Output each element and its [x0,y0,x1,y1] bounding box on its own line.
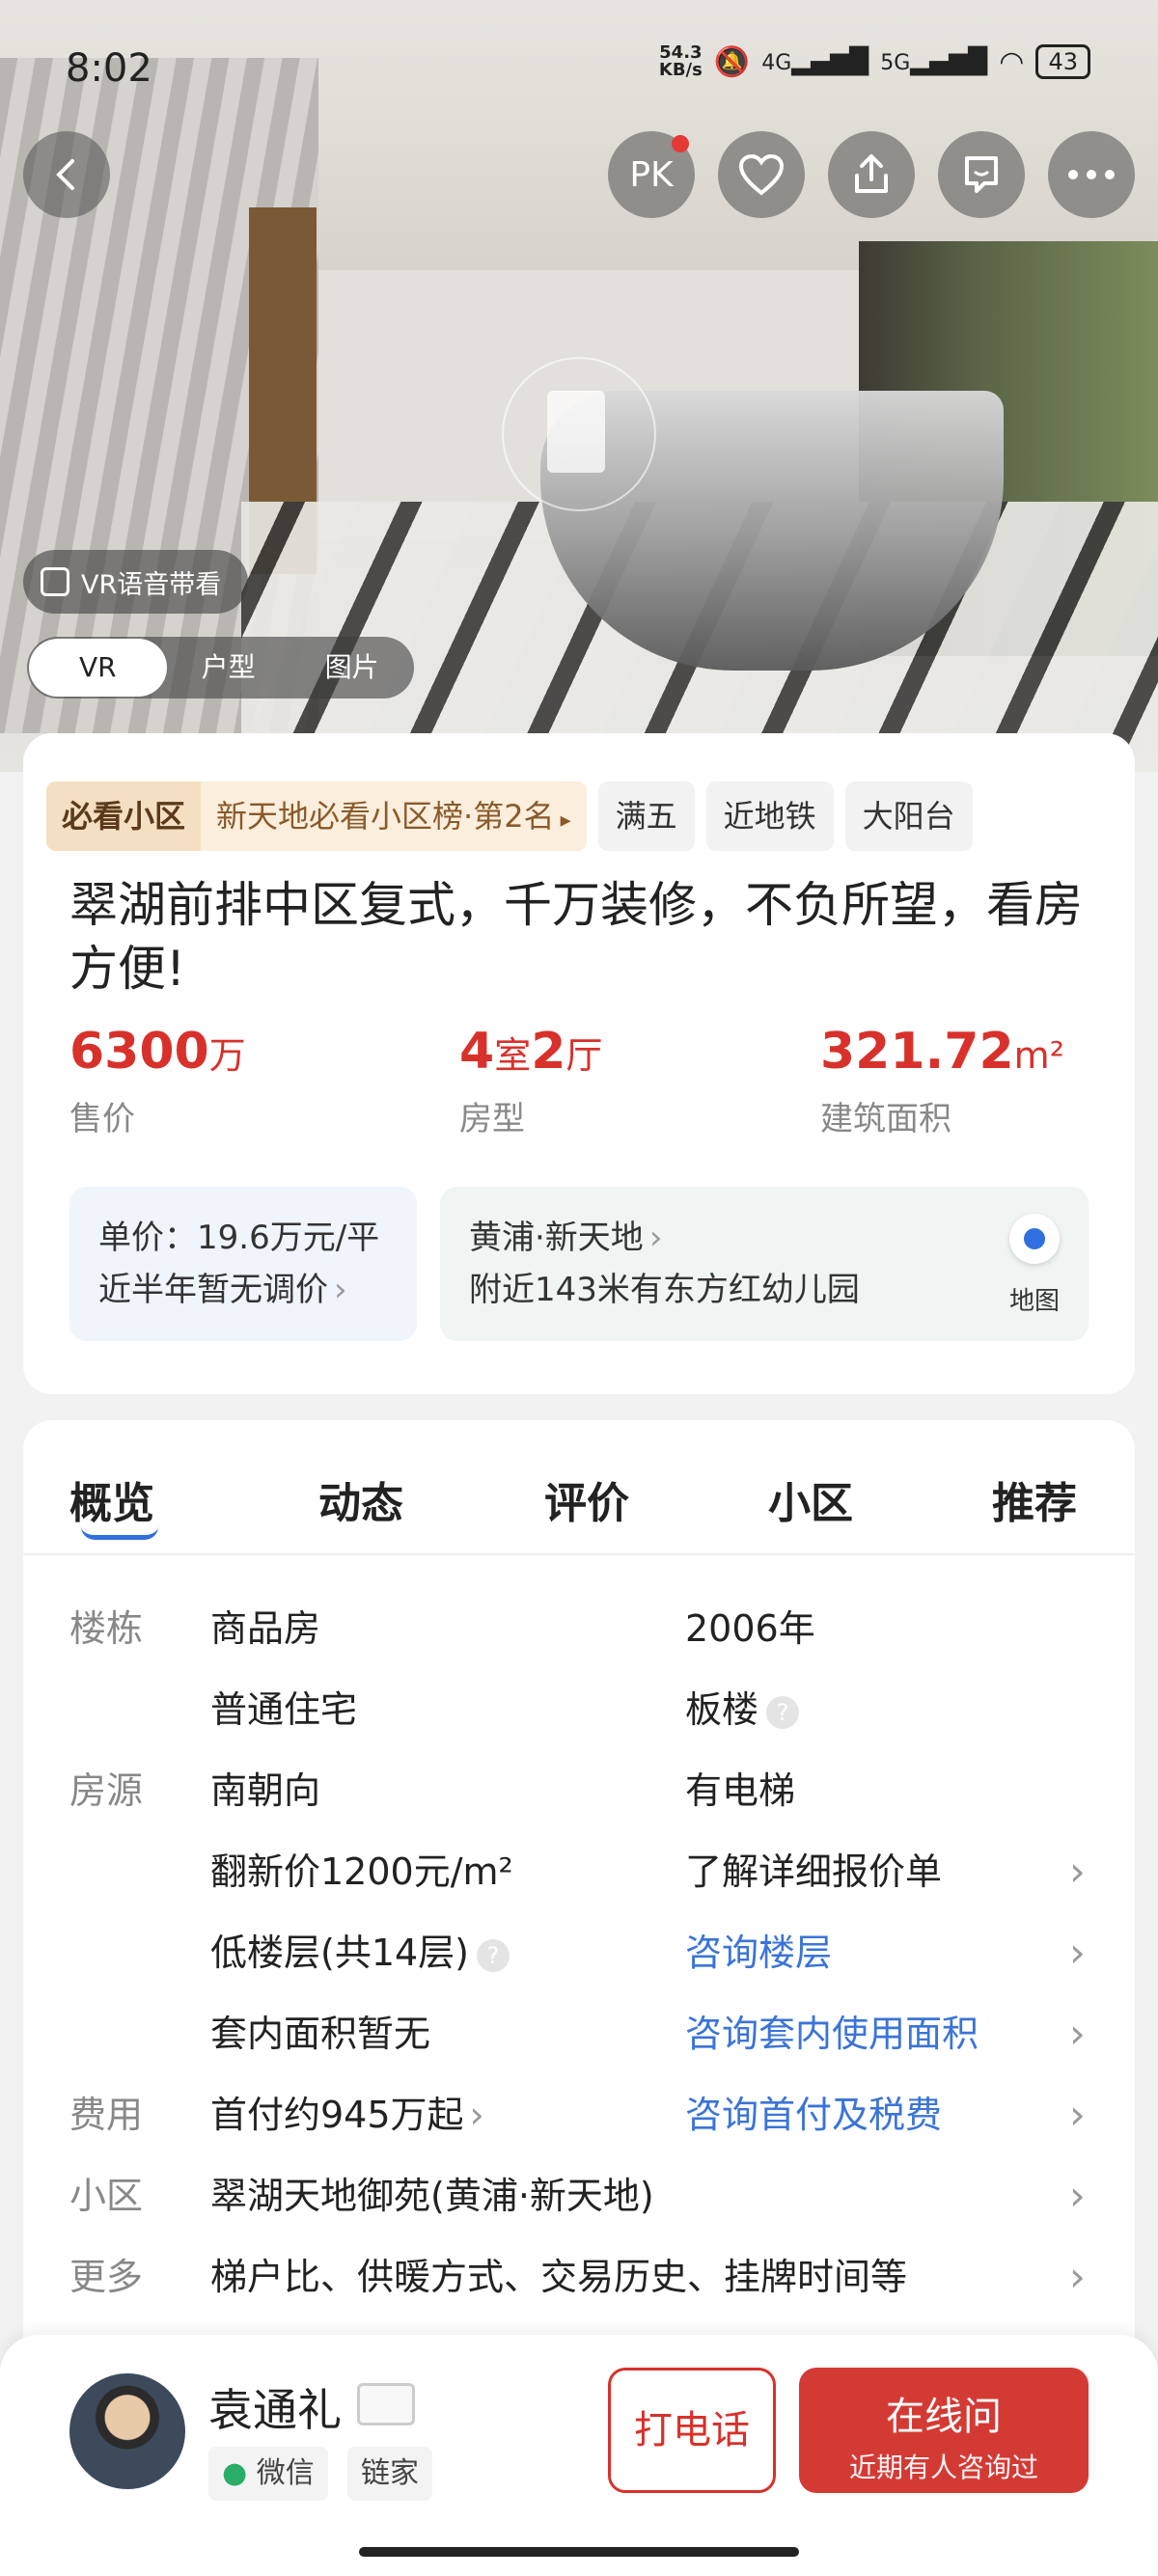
media-tab-floorplan[interactable]: 户型 [167,639,290,697]
tag-row: 必看小区 新天地必看小区榜·第2名 ▸ 满五 近地铁 大阳台 [46,781,1158,851]
favorite-button[interactable] [718,131,805,218]
detail-tabs: 概览 动态 评价 小区 推荐 [23,1459,1135,1555]
status-time: 8:02 [66,46,152,91]
chevron-right-icon: › [469,2094,484,2136]
must-see-ranking-tag[interactable]: 必看小区 新天地必看小区榜·第2名 ▸ [46,781,587,851]
notification-dot [672,135,689,152]
chevron-right-icon: › [1069,2091,1086,2138]
vr-voice-icon [41,567,69,596]
more-button[interactable] [1048,131,1135,218]
unit-price: 单价：19.6万元/平 [98,1219,380,1257]
agent-avatar[interactable] [69,2373,185,2489]
detail-row-price-sheet[interactable]: 翻新价1200元/m² 了解详细报价单 › [0,1843,1158,1901]
signal-5g-icon: 5G▂▄▆█ [880,47,988,76]
tag-five-years: 满五 [597,781,695,851]
chevron-right-icon: › [1069,1929,1086,1976]
wechat-icon: ● [222,2456,248,2490]
detail-row-inner-area[interactable]: 套内面积暂无 咨询套内使用面积 › [0,2005,1158,2063]
tab-active-indicator [81,1526,158,1540]
tab-recommend[interactable]: 推荐 [992,1468,1077,1530]
battery-icon: 43 [1035,44,1090,79]
media-tabs: VR 户型 图片 [27,637,414,699]
status-icons: 54.3 KB/s 🔕 4G▂▄▆█ 5G▂▄▆█ ◠ 43 [659,44,1090,79]
media-tab-photos[interactable]: 图片 [290,639,414,697]
online-chat-button[interactable]: 在线问 近期有人咨询过 [799,2368,1089,2493]
message-button[interactable] [938,131,1025,218]
stat-layout: 4室2厅 房型 [459,1023,603,1138]
tag-near-subway: 近地铁 [705,781,834,851]
business-card-icon[interactable] [357,2383,415,2425]
vr-cube-icon [547,391,605,473]
back-button[interactable] [23,131,110,218]
detail-row-floor[interactable]: 低楼层(共14层)? 咨询楼层 › [0,1924,1158,1982]
chevron-right-icon: › [1069,2010,1086,2057]
stat-area: 321.72m² 建筑面积 [820,1023,1064,1138]
chat-bubble-icon [965,156,998,193]
chevron-right-icon: › [648,1219,663,1257]
tab-reviews[interactable]: 评价 [544,1468,629,1530]
map-pin-icon[interactable] [1009,1214,1060,1264]
net-speed: 54.3 KB/s [658,42,703,80]
tag-big-balcony: 大阳台 [844,781,973,851]
detail-row: 房源 南朝向 有电梯 [69,1769,796,1812]
mute-bell-icon: 🔕 [713,44,751,79]
detail-row: 普通住宅 板楼? [0,1681,1158,1739]
row-label: 楼栋 [69,1607,144,1650]
chevron-right-icon: › [334,1271,347,1309]
chevron-right-icon: › [1069,1848,1086,1895]
wifi-icon: ◠ [999,44,1025,79]
agent-name[interactable]: 袁通礼 [208,2375,342,2439]
pk-button[interactable]: PK [608,131,695,218]
more-dots-icon [1068,170,1115,179]
tab-overview[interactable]: 概览 [69,1468,154,1530]
tab-community[interactable]: 小区 [768,1468,853,1530]
share-icon [855,154,888,193]
company-tag: 链家 [347,2447,432,2501]
chevron-right-icon: ▸ [560,808,571,833]
price-change-note: 近半年暂无调价 [98,1271,328,1309]
wechat-tag[interactable]: ● 微信 [208,2447,328,2501]
vr-voice-tour-button[interactable]: VR语音带看 [23,550,249,614]
help-icon[interactable]: ? [766,1695,800,1729]
listing-title: 翠湖前排中区复式，千万装修，不负所望，看房方便! [69,877,1083,997]
heart-icon [738,153,785,196]
detail-row-community[interactable]: 小区 翠湖天地御苑(黄浦·新天地) › [0,2167,1158,2225]
help-icon[interactable]: ? [477,1938,510,1972]
detail-row: 楼栋 商品房 2006年 [0,1600,1158,1658]
detail-row-fees[interactable]: 费用 首付约945万起 › 咨询首付及税费 › [0,2086,1158,2144]
call-button[interactable]: 打电话 [608,2368,776,2493]
district: 黄浦·新天地 [469,1219,644,1257]
map-label[interactable]: 地图 [1009,1275,1060,1328]
signal-4g-icon: 4G▂▄▆█ [761,47,869,76]
status-bar: 8:02 54.3 KB/s 🔕 4G▂▄▆█ 5G▂▄▆█ ◠ 43 [0,39,1158,96]
unit-price-box[interactable]: 单价：19.6万元/平 近半年暂无调价 › [69,1187,417,1341]
location-box[interactable]: 黄浦·新天地 › 附近143米有东方红幼儿园 地图 [440,1187,1089,1341]
share-button[interactable] [828,131,915,218]
chevron-right-icon: › [1069,2172,1086,2219]
chevron-right-icon: › [1069,2253,1086,2300]
tab-updates[interactable]: 动态 [318,1468,403,1530]
detail-row-more[interactable]: 更多 梯户比、供暖方式、交易历史、挂牌时间等 › [0,2248,1158,2306]
nearby-poi: 附近143米有东方红幼儿园 [469,1271,860,1309]
media-tab-vr[interactable]: VR [29,639,167,697]
home-indicator[interactable] [359,2547,799,2557]
chevron-left-icon [56,159,74,190]
stat-price: 6300万 售价 [69,1023,246,1138]
